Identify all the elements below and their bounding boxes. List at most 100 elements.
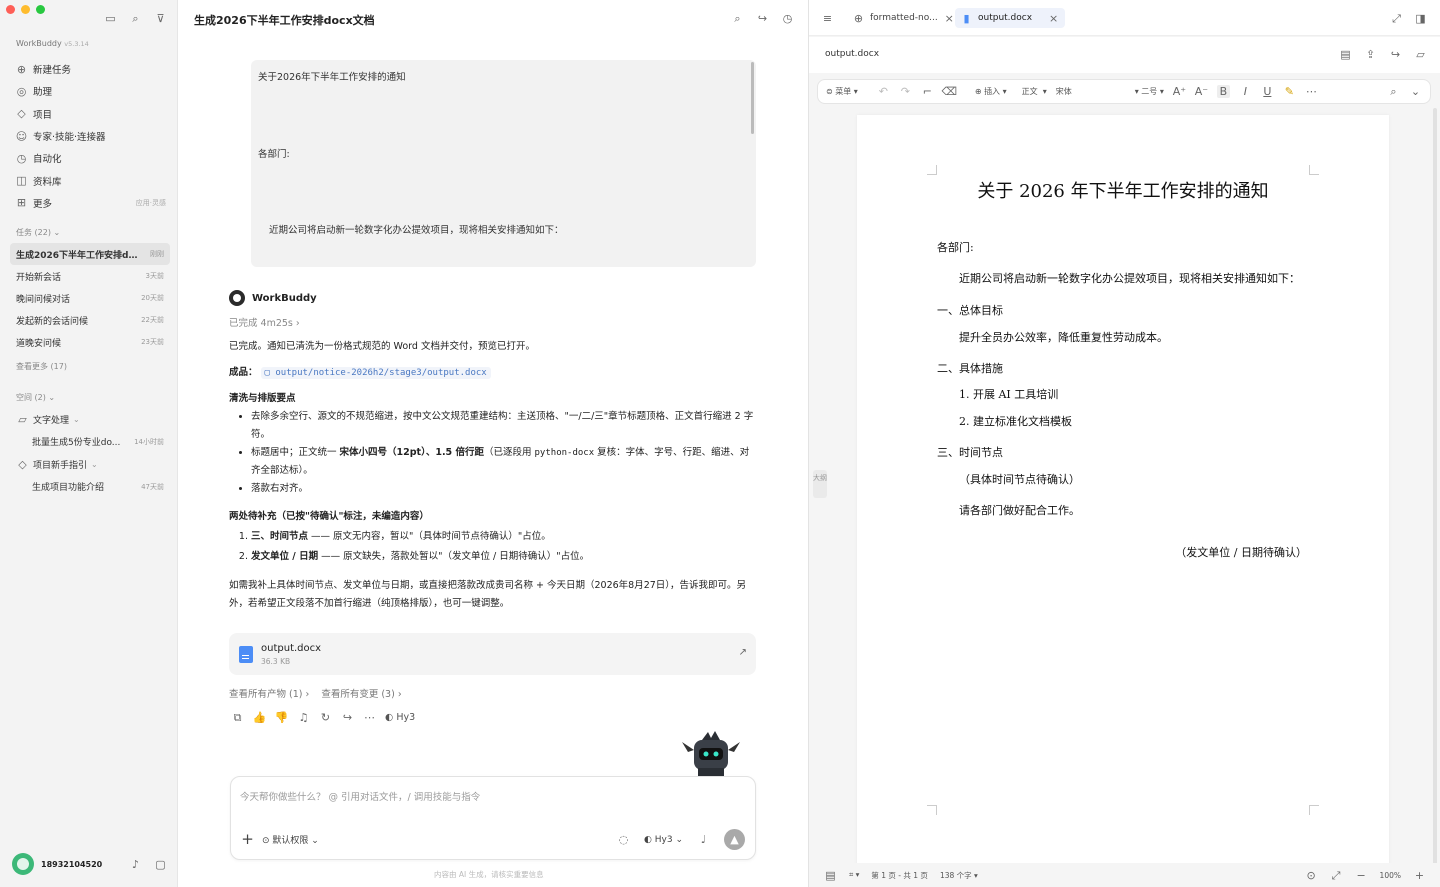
fullscreen-icon[interactable]: ⤢ (1330, 869, 1343, 882)
task-item[interactable]: 晚间问候对话 20天前 (10, 287, 170, 309)
split-view-icon[interactable]: ◨ (1414, 12, 1427, 25)
output-path-link[interactable]: ▢ output/notice-2026h2/stage3/output.doc… (260, 367, 491, 379)
more-icon[interactable]: ⋯ (363, 711, 376, 724)
zoom-level[interactable]: 100% (1380, 871, 1401, 880)
thumbs-up-icon[interactable]: 👍 (253, 711, 267, 724)
search-icon[interactable]: ⌕ (129, 12, 142, 25)
italic-icon[interactable]: I (1239, 85, 1252, 98)
format-painter-icon[interactable]: ⌐ (921, 85, 934, 98)
undo-icon[interactable]: ↶ (877, 85, 890, 98)
tasks-header[interactable]: 任务 (22) ⌄ (16, 227, 60, 238)
nav-more[interactable]: ⊞ 更多 应用·灵感 (10, 192, 168, 214)
more-icon[interactable]: ⋯ (1305, 85, 1318, 98)
folder-icon[interactable]: ▱ (1414, 48, 1427, 61)
nav-automation[interactable]: ◷ 自动化 (10, 147, 168, 169)
view-all-changes-link[interactable]: 查看所有变更 (3) › (321, 686, 401, 700)
underline-icon[interactable]: U (1261, 85, 1274, 98)
nav-new-task[interactable]: ⊕ 新建任务 (10, 58, 168, 80)
font-size-select[interactable]: ▾ 二号 ▾ (1135, 86, 1164, 97)
tab-formatted-notice[interactable]: ⊕ formatted-no... × (847, 8, 961, 28)
task-item[interactable]: 发起新的会话问候 22天前 (10, 309, 170, 331)
user-profile[interactable]: 18932104520 ♪ ▢ (12, 853, 167, 875)
style-select[interactable]: 正文 ▾ (1022, 86, 1047, 97)
eraser-icon[interactable]: ⌫ (942, 85, 958, 98)
nav-assistant[interactable]: ◎ 助理 (10, 80, 168, 102)
doc-paragraph: 各部门: (937, 241, 974, 254)
section-icon[interactable]: ⌗ ▾ (849, 870, 859, 880)
task-item[interactable]: 生成2026下半年工作安排d... 刚刚 (10, 243, 170, 265)
space-item[interactable]: ◇ 项目新手指引 ⌄ (10, 453, 170, 476)
decrease-font-icon[interactable]: A⁻ (1195, 85, 1208, 98)
view-more-tasks[interactable]: 查看更多 (17) (16, 361, 67, 372)
filter-icon[interactable]: ⊽ (154, 12, 167, 25)
search-icon[interactable]: ⌕ (731, 12, 744, 25)
bell-icon[interactable]: ♪ (129, 858, 142, 871)
chevron-down-icon[interactable]: ⌄ (1409, 85, 1422, 98)
model-tag[interactable]: ◐ Hy3 (385, 712, 415, 723)
bold-icon[interactable]: B (1216, 85, 1230, 98)
message-intro: 已完成。通知已清洗为一份格式规范的 Word 文档并交付，预览已打开。 (229, 341, 535, 352)
task-item[interactable]: 道晚安问候 23天前 (10, 331, 170, 353)
zoom-out-icon[interactable]: − (1355, 869, 1368, 882)
spaces-header[interactable]: 空间 (2) ⌄ (16, 392, 55, 403)
output-file-card[interactable]: output.docx 36.3 KB ↗ (229, 633, 756, 675)
thumbs-down-icon[interactable]: 👎 (275, 711, 289, 724)
minimize-window-button[interactable] (21, 5, 30, 14)
pending-heading: 两处待补充（已按"待确认"标注，未编造内容） (229, 511, 429, 522)
increase-font-icon[interactable]: A⁺ (1173, 85, 1186, 98)
task-item[interactable]: 开始新会话 3天前 (10, 265, 170, 287)
send-button[interactable]: ▲ (724, 829, 745, 850)
space-task-item[interactable]: 生成项目功能介绍 47天前 (10, 476, 170, 499)
model-selector[interactable]: ◐ Hy3 ⌄ (644, 835, 683, 845)
outline-icon[interactable]: ▤ (824, 869, 837, 882)
nav-experts[interactable]: ☺ 专家·技能·连接器 (10, 125, 168, 147)
history-icon[interactable]: ◷ (781, 12, 794, 25)
chat-bubble-icon[interactable]: ▢ (154, 858, 167, 871)
library-icon: ◫ (16, 174, 27, 188)
zoom-in-icon[interactable]: + (1413, 869, 1426, 882)
microphone-icon[interactable]: ♩ (697, 833, 710, 846)
quote-line: 各部门: (258, 149, 290, 160)
toggle-sidebar-icon[interactable]: ▭ (104, 12, 117, 25)
upload-icon[interactable]: ⇪ (1364, 48, 1377, 61)
close-window-button[interactable] (6, 5, 15, 14)
copy-icon[interactable]: ⧉ (231, 711, 244, 724)
outline-toggle[interactable]: 大纲 (813, 470, 827, 498)
quote-scrollbar[interactable] (751, 62, 754, 134)
view-all-products-link[interactable]: 查看所有产物 (1) › (229, 686, 309, 700)
focus-icon[interactable]: ⊙ (1305, 869, 1318, 882)
nav-projects[interactable]: ◇ 项目 (10, 103, 168, 125)
font-select[interactable]: 宋体 (1056, 86, 1126, 97)
close-tab-icon[interactable]: × (943, 12, 956, 25)
toolbar-insert[interactable]: ⊕ 插入 ▾ (975, 86, 1007, 97)
run-status[interactable]: 已完成 4m25s › (229, 315, 300, 329)
share-icon[interactable]: ↪ (1389, 48, 1402, 61)
user-message-quote: 关于2026年下半年工作安排的通知 各部门: 近期公司将启动新一轮数字化办公提效… (251, 60, 756, 267)
toolbar-menu[interactable]: ⊜ 菜单 ▾ (826, 86, 858, 97)
tab-output-docx[interactable]: ▮ output.docx × (955, 8, 1066, 28)
word-count[interactable]: 138 个字 ▾ (940, 870, 978, 881)
menu-icon[interactable]: ≡ (821, 12, 834, 25)
page-corner-mark (1309, 805, 1319, 815)
speaker-icon[interactable]: ♫ (297, 711, 310, 724)
plus-icon[interactable]: + (241, 832, 254, 847)
expand-icon[interactable]: ⤢ (1390, 12, 1403, 25)
space-task-item[interactable]: 批量生成5份专业do... 14小时前 (10, 431, 170, 454)
chat-input[interactable]: 今天帮你做些什么？ @ 引用对话文件，/ 调用技能与指令 (240, 789, 480, 803)
space-item[interactable]: ▱ 文字处理 ⌄ (10, 408, 170, 431)
folder-icon: ▱ (18, 412, 27, 426)
save-icon[interactable]: ▤ (1339, 48, 1352, 61)
nav-library[interactable]: ◫ 资料库 (10, 169, 168, 191)
close-tab-icon[interactable]: × (1047, 12, 1060, 25)
share-icon[interactable]: ↪ (341, 711, 354, 724)
permission-selector[interactable]: ⊙ 默认权限 ⌄ (262, 833, 319, 846)
highlight-icon[interactable]: ✎ (1283, 85, 1296, 98)
redo-icon[interactable]: ↷ (899, 85, 912, 98)
search-icon[interactable]: ⌕ (1387, 85, 1400, 98)
regenerate-icon[interactable]: ↻ (319, 711, 332, 724)
avatar[interactable] (12, 853, 34, 875)
document-scrollbar[interactable] (1433, 108, 1437, 868)
share-icon[interactable]: ↪ (756, 12, 769, 25)
open-external-icon[interactable]: ↗ (739, 647, 747, 658)
maximize-window-button[interactable] (36, 5, 45, 14)
